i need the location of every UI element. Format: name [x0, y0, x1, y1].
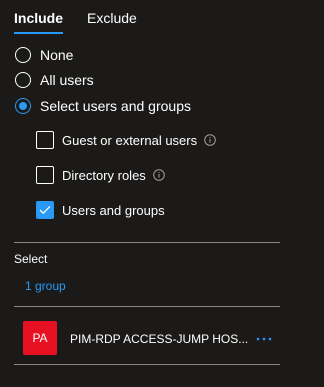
radio-all-users-label: All users	[40, 72, 94, 88]
avatar: PA	[23, 321, 57, 355]
checkbox-users-groups-label: Users and groups	[62, 202, 165, 218]
tab-exclude[interactable]: Exclude	[87, 9, 137, 35]
checkbox-directory-roles-label: Directory roles	[62, 167, 146, 183]
checkbox-directory-roles[interactable]	[36, 166, 54, 184]
tab-include[interactable]: Include	[14, 9, 64, 35]
selected-group-name: PIM-RDP ACCESS-JUMP HOS...	[70, 332, 248, 346]
checkbox-option-users-groups[interactable]: Users and groups	[36, 200, 165, 220]
checkbox-option-directory-roles[interactable]: Directory roles	[36, 165, 165, 185]
radio-select-users-groups-label: Select users and groups	[40, 98, 191, 114]
divider	[14, 306, 280, 307]
checkbox-guest[interactable]	[36, 131, 54, 149]
radio-select-users-groups[interactable]	[15, 98, 31, 114]
selected-group-item: PA PIM-RDP ACCESS-JUMP HOS...	[14, 318, 280, 365]
more-icon[interactable]	[254, 332, 274, 346]
selected-count-link[interactable]: 1 group	[25, 279, 66, 293]
checkmark-icon	[39, 205, 51, 215]
checkbox-guest-label: Guest or external users	[62, 132, 198, 148]
radio-none[interactable]	[15, 47, 31, 63]
radio-none-label: None	[40, 47, 74, 63]
tab-bar: Include Exclude	[14, 9, 137, 35]
radio-option-all-users[interactable]: All users	[15, 70, 94, 90]
select-label: Select	[14, 252, 48, 266]
radio-all-users[interactable]	[15, 72, 31, 88]
radio-option-none[interactable]: None	[15, 45, 73, 65]
divider	[14, 242, 280, 243]
info-icon[interactable]	[152, 169, 165, 181]
checkbox-option-guest[interactable]: Guest or external users	[36, 130, 216, 150]
divider	[14, 364, 280, 365]
info-icon[interactable]	[204, 134, 216, 146]
radio-option-select-users-groups[interactable]: Select users and groups	[15, 96, 191, 116]
checkbox-users-groups[interactable]	[36, 201, 54, 219]
